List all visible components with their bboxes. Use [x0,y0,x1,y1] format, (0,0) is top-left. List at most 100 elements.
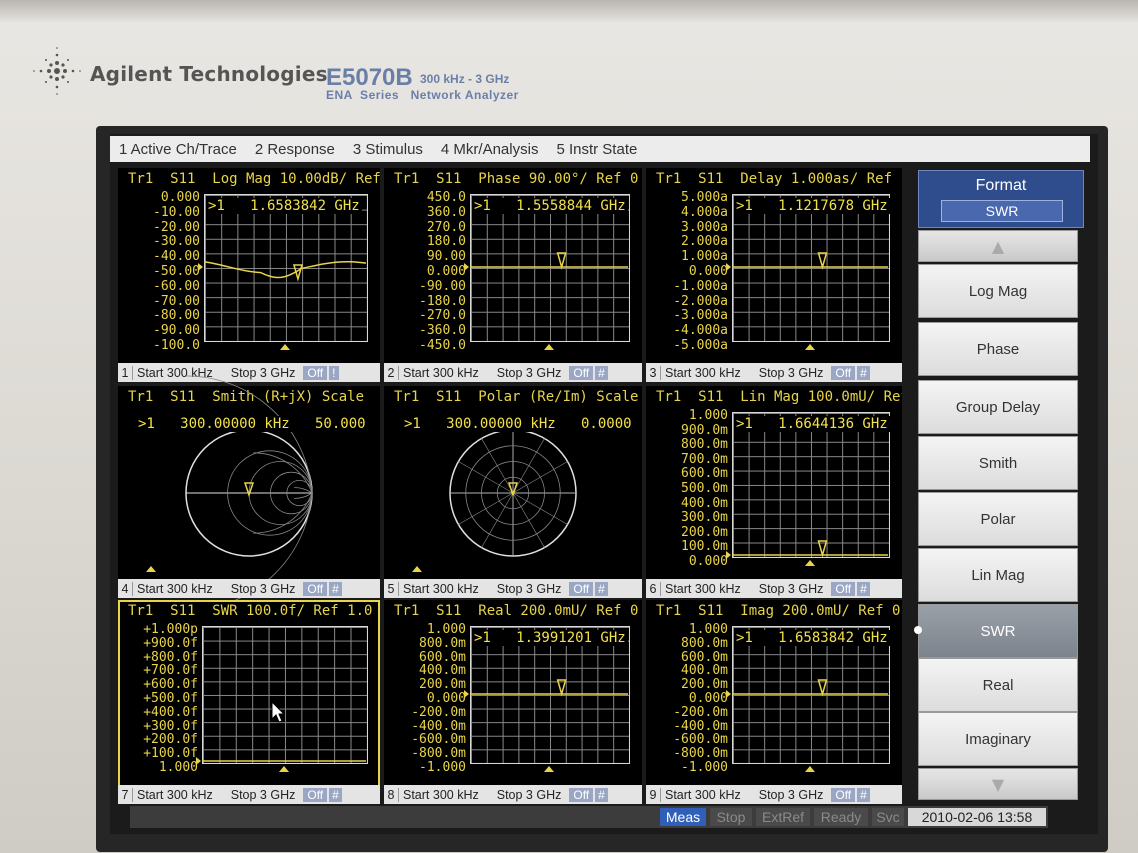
channel-number: 9 [646,787,661,802]
start-frequency[interactable]: Start 300 kHz [403,366,479,380]
softkey-swr[interactable]: SWR [918,604,1078,658]
reference-pointer-icon [726,690,731,698]
channel-panel-3[interactable]: Tr1 S11 Delay 1.000as/ Ref 5.000a 4.000a 3.… [646,168,902,382]
channel-panel-6[interactable]: Tr1 S11 Lin Mag 100.0mU/ Ref 1.000 900.0m 8… [646,386,902,598]
marker-readout: >1 1.1217678 GHz [734,198,890,214]
up-arrow-icon: ▲ [991,236,1005,256]
marker-readout: >1 1.6583842 GHz [206,198,362,214]
softkey-scroll-up[interactable]: ▲ [918,230,1078,262]
channel-footer: 1 Start 300 kHz Stop 3 GHz Off! [118,363,380,382]
channel-number: 8 [384,787,399,802]
mouse-cursor-icon [271,700,286,723]
softkey-log-mag[interactable]: Log Mag [918,264,1078,318]
reference-pointer-icon [464,690,469,698]
reference-pointer-icon [726,551,731,559]
stop-frequency[interactable]: Stop 3 GHz [759,366,824,380]
start-frequency[interactable]: Start 300 kHz [137,582,213,596]
menu-active-ch-trace[interactable]: 1 Active Ch/Trace [119,141,237,158]
format-softkey-header: Format SWR [918,170,1084,228]
stop-frequency[interactable]: Stop 3 GHz [231,788,296,802]
stop-frequency[interactable]: Stop 3 GHz [497,582,562,596]
status-meas: Meas [660,808,706,826]
sweep-off-indicator: Off [831,787,856,802]
start-frequency[interactable]: Start 300 kHz [137,366,213,380]
brand-name: Agilent Technologies [90,62,328,86]
device-top-edge [0,0,1138,22]
start-frequency[interactable]: Start 300 kHz [403,788,479,802]
softkey-lin-mag[interactable]: Lin Mag [918,548,1078,602]
menu-response[interactable]: 2 Response [255,141,335,158]
channel-panel-9[interactable]: Tr1 S11 Imag 200.0mU/ Ref 0 1.000 800.0m 60… [646,600,902,804]
sweep-off-indicator: Off [303,787,328,802]
marker-readout: >1 1.6644136 GHz [734,416,890,432]
status-svc: Svc [872,808,904,826]
channel-status-indicator: # [857,365,870,380]
menu-stimulus[interactable]: 3 Stimulus [353,141,423,158]
channel-footer: 3 Start 300 kHz Stop 3 GHz Off # [646,363,902,382]
angle-spoke [481,492,514,548]
agilent-logo-icon [33,47,81,95]
stimulus-pointer-icon [280,344,290,350]
trace-line [203,260,367,279]
stop-frequency[interactable]: Stop 3 GHz [231,366,296,380]
stop-frequency[interactable]: Stop 3 GHz [759,582,824,596]
softkey-real[interactable]: Real [918,658,1078,712]
channel-number: 5 [384,581,399,596]
channel-status-indicator: # [857,581,870,596]
format-title: Format [975,177,1027,194]
softkey-imaginary[interactable]: Imaginary [918,712,1078,766]
channel-panel-4[interactable]: Tr1 S11 Smith (R+jX) Scale >1 300.00000 k… [118,375,380,611]
menu-mkr-analysis[interactable]: 4 Mkr/Analysis [441,141,539,158]
channel-number: 2 [384,365,399,380]
channel-panel-2[interactable]: Tr1 S11 Phase 90.00°/ Ref 0 450.0 360.0 270… [384,168,642,382]
stop-frequency[interactable]: Stop 3 GHz [497,366,562,380]
reactance-arc [294,492,313,499]
channel-panel-5[interactable]: Tr1 S11 Polar (Re/Im) Scale >1 300.00000 … [384,386,642,598]
channel-status-indicator: ! [329,365,339,380]
channel-number: 4 [118,581,133,596]
marker-1-icon [817,679,828,697]
start-frequency[interactable]: Start 300 kHz [665,366,741,380]
marker-1-icon [817,252,828,270]
softkey-phase[interactable]: Phase [918,322,1078,376]
sweep-off-indicator: Off [831,365,856,380]
channel-panel-7[interactable]: Tr1 S11 SWR 100.0f/ Ref 1.0 +1.000p +900.0… [118,600,380,804]
reactance-arc [253,452,313,494]
channel-status-indicator: # [857,787,870,802]
softkey-scroll-down[interactable]: ▼ [918,768,1078,800]
softkey-group-delay[interactable]: Group Delay [918,380,1078,434]
stimulus-pointer-icon [146,566,156,572]
reactance-arc [253,492,313,534]
sweep-off-indicator: Off [569,787,594,802]
angle-spoke [458,492,514,525]
channel-panel-1[interactable]: Tr1 S11 Log Mag 10.00dB/ Ref 0.000 -10.00-… [118,168,380,382]
channel-status-indicator: # [329,787,342,802]
channel-footer: 6 Start 300 kHz Stop 3 GHz Off # [646,579,902,598]
reference-pointer-icon [464,263,469,271]
marker-readout: >1 1.5558844 GHz [472,198,628,214]
channel-number: 6 [646,581,661,596]
channel-number: 1 [118,365,133,380]
start-frequency[interactable]: Start 300 kHz [403,582,479,596]
format-current-value: SWR [941,200,1063,222]
channel-number: 7 [118,787,133,802]
stimulus-pointer-icon [279,766,289,772]
channel-footer: 9 Start 300 kHz Stop 3 GHz Off # [646,785,902,804]
angle-spoke [481,438,514,494]
channel-status-indicator: # [329,581,342,596]
stop-frequency[interactable]: Stop 3 GHz [497,788,562,802]
menu-instr-state[interactable]: 5 Instr State [556,141,637,158]
stop-frequency[interactable]: Stop 3 GHz [231,582,296,596]
angle-spoke [458,461,514,494]
trace-layer [196,757,366,772]
stop-frequency[interactable]: Stop 3 GHz [759,788,824,802]
channel-footer: 2 Start 300 kHz Stop 3 GHz Off # [384,363,642,382]
softkey-smith[interactable]: Smith [918,436,1078,490]
start-frequency[interactable]: Start 300 kHz [137,788,213,802]
sweep-off-indicator: Off [303,365,328,380]
start-frequency[interactable]: Start 300 kHz [665,582,741,596]
start-frequency[interactable]: Start 300 kHz [665,788,741,802]
softkey-polar[interactable]: Polar [918,492,1078,546]
sweep-off-indicator: Off [569,365,594,380]
channel-panel-8[interactable]: Tr1 S11 Real 200.0mU/ Ref 0 1.000 800.0m 60… [384,600,642,804]
